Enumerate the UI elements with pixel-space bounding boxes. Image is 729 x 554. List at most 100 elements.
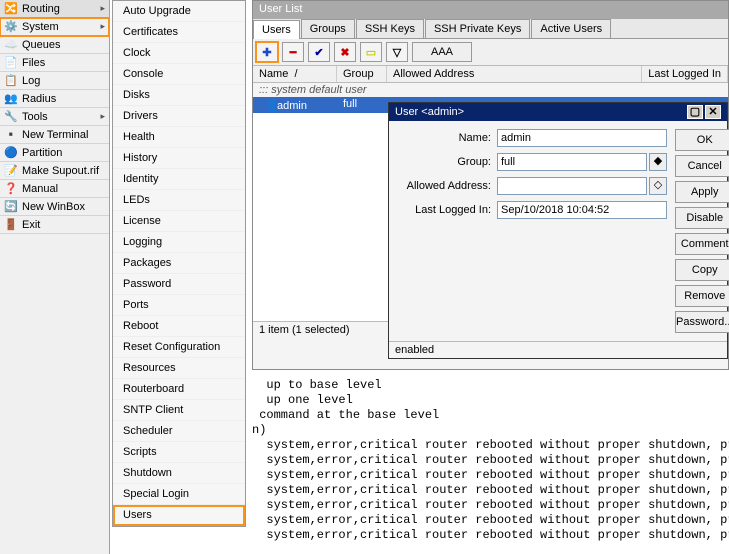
sidebar-item-files[interactable]: 📄Files	[0, 54, 109, 72]
sidebar-item-queues[interactable]: ☁️Queues	[0, 36, 109, 54]
submenu-item-shutdown[interactable]: Shutdown	[113, 463, 245, 484]
submenu-item-reset-configuration[interactable]: Reset Configuration	[113, 337, 245, 358]
close-icon[interactable]: ✕	[705, 105, 721, 119]
comment-button[interactable]: ▭	[360, 42, 382, 62]
sidebar-item-system[interactable]: ⚙️System▸	[0, 18, 109, 36]
radius-icon: 👥	[4, 92, 18, 106]
submenu-item-drivers[interactable]: Drivers	[113, 106, 245, 127]
remove-button[interactable]: Remove	[675, 285, 729, 307]
tabs: UsersGroupsSSH KeysSSH Private KeysActiv…	[253, 19, 728, 39]
sidebar-item-supout[interactable]: 📝Make Supout.rif	[0, 162, 109, 180]
default-user-note: ::: system default user	[253, 83, 728, 97]
submenu-item-clock[interactable]: Clock	[113, 43, 245, 64]
gear-icon: ⚙️	[4, 20, 18, 34]
sidebar-item-partition[interactable]: 🔵Partition	[0, 144, 109, 162]
files-icon: 📄	[4, 56, 18, 70]
copy-button[interactable]: Copy	[675, 259, 729, 281]
partition-icon: 🔵	[4, 146, 18, 160]
disable-button[interactable]: Disable	[675, 207, 729, 229]
system-submenu: Auto UpgradeCertificatesClockConsoleDisk…	[112, 0, 246, 527]
dialog-titlebar[interactable]: User <admin> ▢ ✕	[389, 103, 727, 121]
user-icon: 👤	[259, 98, 271, 110]
dialog-status: enabled	[389, 341, 727, 358]
col-name[interactable]: Name /	[253, 66, 337, 82]
submenu-item-auto-upgrade[interactable]: Auto Upgrade	[113, 1, 245, 22]
col-group[interactable]: Group	[337, 66, 387, 82]
submenu-item-license[interactable]: License	[113, 211, 245, 232]
tab-ssh-keys[interactable]: SSH Keys	[356, 19, 424, 38]
allowed-expand-icon[interactable]: ◇	[649, 177, 667, 195]
aaa-button[interactable]: AAA	[412, 42, 472, 62]
submenu-item-password[interactable]: Password	[113, 274, 245, 295]
tab-groups[interactable]: Groups	[301, 19, 355, 38]
submenu-item-routerboard[interactable]: Routerboard	[113, 379, 245, 400]
submenu-item-packages[interactable]: Packages	[113, 253, 245, 274]
submenu-item-reboot[interactable]: Reboot	[113, 316, 245, 337]
submenu-item-special-login[interactable]: Special Login	[113, 484, 245, 505]
dialog-title: User <admin>	[395, 106, 685, 118]
submenu-item-leds[interactable]: LEDs	[113, 190, 245, 211]
supout-icon: 📝	[4, 164, 18, 178]
sidebar-item-routing[interactable]: 🔀Routing▸	[0, 0, 109, 18]
log-icon: 📋	[4, 74, 18, 88]
enable-button[interactable]: ✔	[308, 42, 330, 62]
chevron-right-icon: ▸	[100, 3, 105, 14]
chevron-right-icon: ▸	[100, 111, 105, 122]
dialog-buttons: OK Cancel Apply Disable Comment Copy Remove Pas…	[675, 129, 729, 333]
submenu-item-resources[interactable]: Resources	[113, 358, 245, 379]
apply-button[interactable]: Apply	[675, 181, 729, 203]
submenu-item-sntp-client[interactable]: SNTP Client	[113, 400, 245, 421]
submenu-item-console[interactable]: Console	[113, 64, 245, 85]
submenu-item-users[interactable]: Users	[113, 505, 245, 526]
sidebar-item-newterminal[interactable]: ▪️New Terminal	[0, 126, 109, 144]
submenu-item-health[interactable]: Health	[113, 127, 245, 148]
disable-button[interactable]: ✖	[334, 42, 356, 62]
dialog-form: Name: Group:◆ Allowed Address:◇ Last Log…	[397, 129, 667, 333]
minimize-icon[interactable]: ▢	[687, 105, 703, 119]
filter-button[interactable]: ▽	[386, 42, 408, 62]
allowed-field[interactable]	[497, 177, 647, 195]
add-button[interactable]: ✚	[256, 42, 278, 62]
comment-button[interactable]: Comment	[675, 233, 729, 255]
submenu-item-scheduler[interactable]: Scheduler	[113, 421, 245, 442]
grid-header: Name / Group Allowed Address Last Logged…	[253, 66, 728, 83]
name-label: Name:	[397, 132, 497, 144]
terminal-output[interactable]: up to base level up one level command at…	[252, 378, 729, 554]
sidebar-item-newwinbox[interactable]: 🔄New WinBox	[0, 198, 109, 216]
cancel-button[interactable]: Cancel	[675, 155, 729, 177]
group-dropdown-icon[interactable]: ◆	[649, 153, 667, 171]
sidebar-item-radius[interactable]: 👥Radius	[0, 90, 109, 108]
submenu-item-history[interactable]: History	[113, 148, 245, 169]
queues-icon: ☁️	[4, 38, 18, 52]
submenu-item-identity[interactable]: Identity	[113, 169, 245, 190]
sidebar-item-tools[interactable]: 🔧Tools▸	[0, 108, 109, 126]
tab-users[interactable]: Users	[253, 20, 300, 39]
group-field[interactable]	[497, 153, 647, 171]
terminal-icon: ▪️	[4, 128, 18, 142]
sidebar-item-manual[interactable]: ❓Manual	[0, 180, 109, 198]
ok-button[interactable]: OK	[675, 129, 729, 151]
allowed-label: Allowed Address:	[397, 180, 497, 192]
lastlogged-field	[497, 201, 667, 219]
user-dialog: User <admin> ▢ ✕ Name: Group:◆ Allowed A…	[388, 102, 728, 359]
toolbar: ✚ ━ ✔ ✖ ▭ ▽ AAA	[253, 39, 728, 66]
submenu-item-disks[interactable]: Disks	[113, 85, 245, 106]
tab-active-users[interactable]: Active Users	[531, 19, 611, 38]
password-button[interactable]: Password...	[675, 311, 729, 333]
submenu-item-logging[interactable]: Logging	[113, 232, 245, 253]
submenu-item-certificates[interactable]: Certificates	[113, 22, 245, 43]
tab-ssh-private-keys[interactable]: SSH Private Keys	[425, 19, 530, 38]
tools-icon: 🔧	[4, 110, 18, 124]
help-icon: ❓	[4, 182, 18, 196]
name-field[interactable]	[497, 129, 667, 147]
winbox-icon: 🔄	[4, 200, 18, 214]
col-lastlogged[interactable]: Last Logged In	[642, 66, 728, 82]
submenu-item-scripts[interactable]: Scripts	[113, 442, 245, 463]
remove-button[interactable]: ━	[282, 42, 304, 62]
window-title: User List	[253, 1, 728, 19]
chevron-right-icon: ▸	[100, 21, 105, 32]
sidebar-item-exit[interactable]: 🚪Exit	[0, 216, 109, 234]
submenu-item-ports[interactable]: Ports	[113, 295, 245, 316]
sidebar-item-log[interactable]: 📋Log	[0, 72, 109, 90]
col-allowed[interactable]: Allowed Address	[387, 66, 642, 82]
